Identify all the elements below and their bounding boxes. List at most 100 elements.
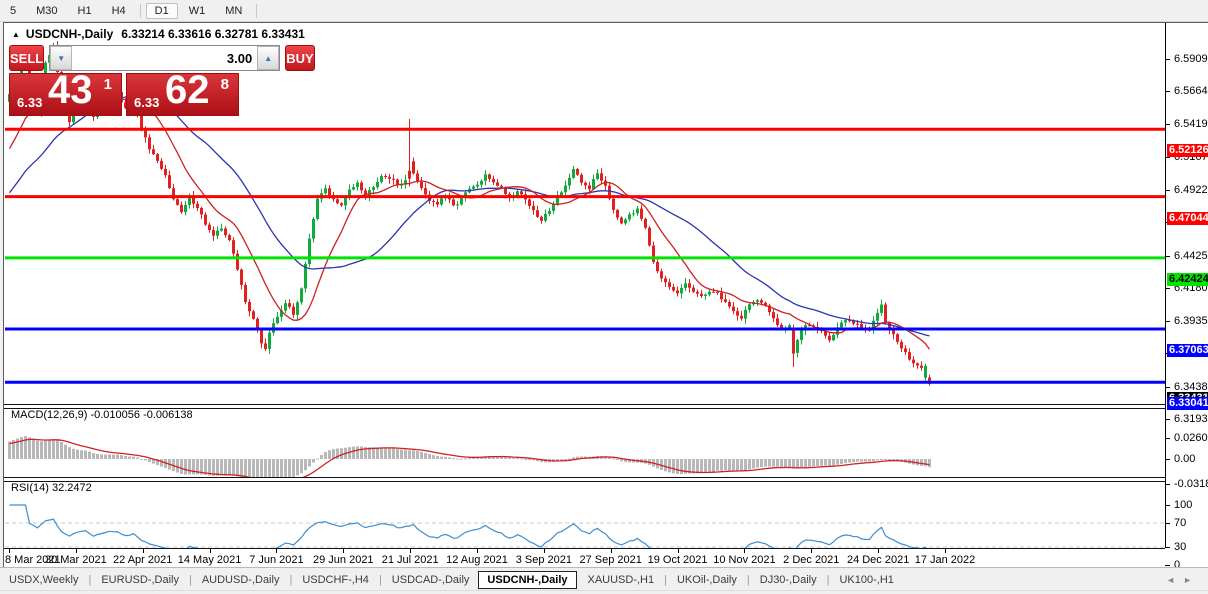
price-axis-tick [1165,321,1170,322]
tab-separator: | [189,574,192,586]
tab-item-ukoil[interactable]: UKOil-,Daily [668,571,746,589]
macd-axis-tick [1165,459,1170,460]
tf-button-w1[interactable]: W1 [180,3,215,19]
price-axis-tick [1165,419,1170,420]
price-axis-label: 6.44250 [1174,250,1208,262]
macd-axis-label: -0.03187 [1174,478,1208,490]
tab-item-eurusd[interactable]: EURUSD-,Daily [92,571,188,589]
tf-button-5[interactable]: 5 [1,3,25,19]
buy-price-digits: 62 [165,68,210,113]
toolbar-separator [256,4,257,18]
tab-separator: | [379,574,382,586]
price-axis-label: 6.54190 [1174,118,1208,130]
tf-button-m30[interactable]: M30 [27,3,66,19]
date-tick [276,549,277,553]
rsi-axis-label: 30 [1174,541,1186,553]
tab-separator: | [747,574,750,586]
date-label: 27 Sep 2021 [580,554,642,566]
price-axis-tick [1165,288,1170,289]
tf-button-h4[interactable]: H4 [103,3,135,19]
sell-button[interactable]: SELL [9,45,44,71]
date-label: 30 Mar 2021 [45,554,107,566]
buy-price-prefix: 6.33 [134,95,159,110]
level-price-badge: 6.42424 [1167,273,1208,286]
price-axis-label: 6.31930 [1174,413,1208,425]
tab-separator: | [827,574,830,586]
sell-price-display[interactable]: 6.33 43 1 [9,73,122,116]
date-tick [76,549,77,553]
tab-item-xauusd[interactable]: XAUUSD-,H1 [579,571,664,589]
collapse-arrow-icon[interactable]: ▲ [12,30,20,39]
price-axis-tick [1165,157,1170,158]
macd-axis-tick [1165,484,1170,485]
chart-window: ▲USDCNH-,Daily6.33214 6.33616 6.32781 6.… [3,22,1208,567]
tab-scroll-arrows[interactable]: ◄► [1166,575,1200,585]
macd-axis-tick [1165,438,1170,439]
level-price-badge: 6.37063 [1167,344,1208,357]
volume-increase-button[interactable]: ▲ [257,46,279,70]
tab-item-usdchf[interactable]: USDCHF-,H4 [293,571,378,589]
date-tick [744,549,745,553]
price-axis-border [1165,23,1166,548]
price-axis-tick [1165,124,1170,125]
rsi-indicator-label: RSI(14) 32.2472 [11,482,92,494]
toolbar-separator [140,4,141,18]
date-tick [611,549,612,553]
tf-button-d1[interactable]: D1 [146,3,178,19]
price-axis-label: 6.39350 [1174,315,1208,327]
price-axis-tick [1165,387,1170,388]
tf-button-mn[interactable]: MN [216,3,251,19]
sell-price-digits: 43 [48,68,93,113]
date-label: 24 Dec 2021 [847,554,909,566]
date-tick [210,549,211,553]
date-label: 12 Aug 2021 [446,554,508,566]
price-axis-label: 6.49220 [1174,184,1208,196]
date-axis: 8 Mar 202130 Mar 202122 Apr 202114 May 2… [4,549,1165,568]
tab-item-usdcnh[interactable]: USDCNH-,Daily [478,571,576,589]
price-axis-tick [1165,59,1170,60]
price-axis-label: 6.34380 [1174,381,1208,393]
rsi-axis-tick [1165,505,1170,506]
date-tick [678,549,679,553]
date-tick [343,549,344,553]
date-label: 3 Sep 2021 [516,554,572,566]
price-axis-tick [1165,91,1170,92]
mt4-window: 5M30H1H4D1W1MN ▲USDCNH-,Daily6.33214 6.3… [0,0,1208,594]
tab-item-uk100[interactable]: UK100-,H1 [830,571,902,589]
rsi-panel-canvas[interactable] [5,480,1165,548]
level-price-badge: 6.52126 [1167,144,1208,157]
date-tick [143,549,144,553]
tab-item-usdx[interactable]: USDX,Weekly [0,571,87,589]
macd-indicator-label: MACD(12,26,9) -0.010056 -0.006138 [11,409,193,421]
sell-price-prefix: 6.33 [17,95,42,110]
chart-title: ▲USDCNH-,Daily6.33214 6.33616 6.32781 6.… [12,27,305,41]
price-axis-label: 6.59090 [1174,53,1208,65]
tab-separator: | [289,574,292,586]
volume-input[interactable] [72,46,257,70]
tab-item-usdcad[interactable]: USDCAD-,Daily [383,571,479,589]
date-label: 19 Oct 2021 [648,554,708,566]
tab-separator: | [664,574,667,586]
date-label: 21 Jul 2021 [382,554,439,566]
date-tick [477,549,478,553]
tab-item-dj30[interactable]: DJ30-,Daily [751,571,826,589]
tf-button-h1[interactable]: H1 [69,3,101,19]
status-strip [0,590,1208,594]
buy-price-display[interactable]: 6.33 62 8 [126,73,239,116]
date-tick [878,549,879,553]
date-label: 17 Jan 2022 [915,554,976,566]
chart-tab-bar: USDX,Weekly|EURUSD-,Daily|AUDUSD-,Daily|… [0,567,1208,591]
chart-ohlc-values: 6.33214 6.33616 6.32781 6.33431 [121,27,305,41]
buy-price-pip: 8 [221,76,229,93]
timeframe-toolbar: 5M30H1H4 D1W1MN [0,0,1208,22]
buy-button[interactable]: BUY [285,45,314,71]
one-click-trading-panel: SELL ▼ ▲ BUY 6.33 43 1 6.33 62 8 [9,45,239,116]
tab-separator: | [88,574,91,586]
level-price-badge: 6.33041 [1167,397,1208,410]
rsi-axis-tick [1165,547,1170,548]
date-label: 22 Apr 2021 [113,554,172,566]
tab-item-audusd[interactable]: AUDUSD-,Daily [193,571,289,589]
rsi-axis-tick [1165,565,1170,566]
macd-axis-label: 0.00 [1174,453,1195,465]
volume-decrease-button[interactable]: ▼ [50,46,72,70]
